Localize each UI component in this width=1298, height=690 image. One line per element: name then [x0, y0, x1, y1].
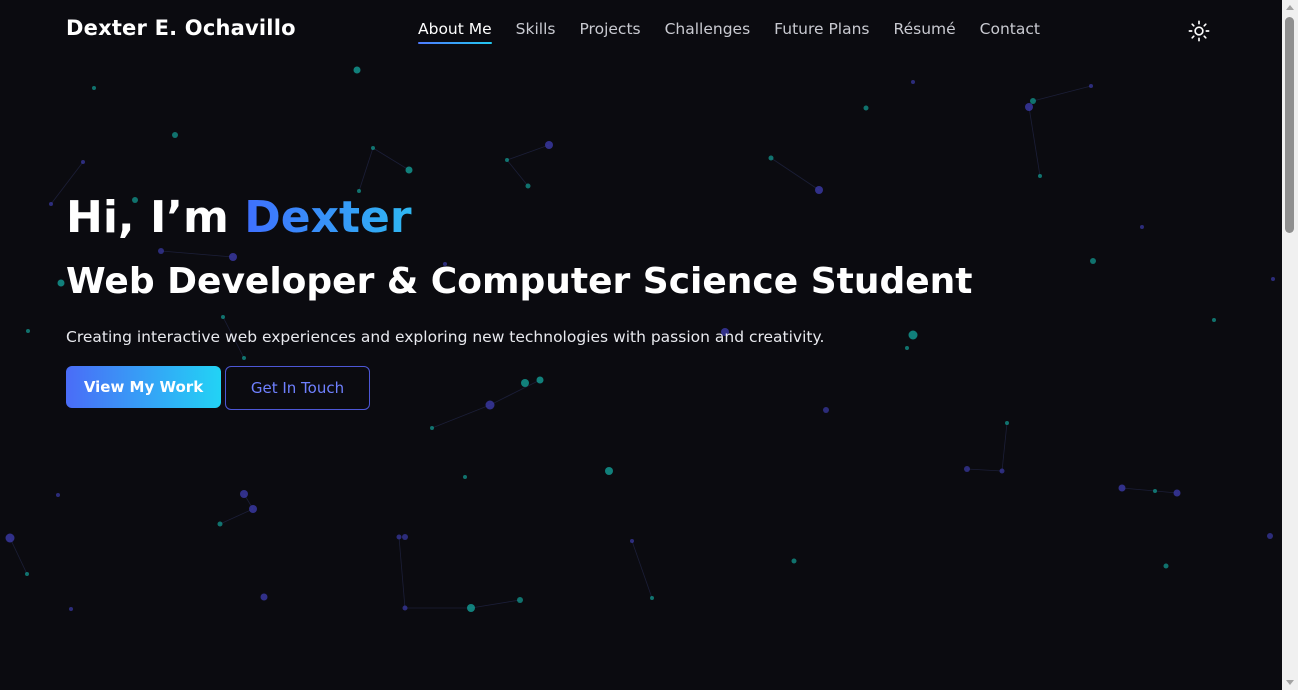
hero-tagline: Creating interactive web experiences and… — [66, 328, 825, 346]
particle-dot — [1030, 98, 1036, 104]
particle-dot — [815, 186, 823, 194]
particle-dot — [964, 466, 970, 472]
particle-dot — [525, 183, 531, 189]
nav-item-resume[interactable]: Résumé — [894, 20, 956, 44]
hero-greeting: Hi, I’m Dexter — [66, 196, 973, 240]
particle-dot — [1038, 174, 1042, 178]
view-my-work-button[interactable]: View My Work — [66, 366, 221, 408]
particle-dot — [25, 572, 29, 576]
scroll-up-arrow-icon[interactable] — [1286, 5, 1294, 10]
particle-dot — [630, 539, 634, 543]
particle-dot — [1153, 489, 1157, 493]
theme-toggle-button[interactable] — [1186, 18, 1212, 44]
hero-section: Hi, I’m Dexter Web Developer & Computer … — [66, 196, 973, 410]
particle-link — [1001, 422, 1008, 472]
particle-link — [372, 147, 410, 171]
particle-dot — [371, 146, 375, 150]
particle-dot — [430, 426, 434, 430]
particle-dot — [249, 505, 257, 513]
site-brand[interactable]: Dexter E. Ochavillo — [66, 16, 296, 40]
page: Dexter E. Ochavillo About Me Skills Proj… — [0, 0, 1298, 690]
particle-link — [506, 159, 529, 187]
nav-item-challenges[interactable]: Challenges — [665, 20, 751, 44]
hero-name: Dexter — [244, 192, 412, 243]
particle-dot — [260, 593, 268, 601]
particle-link — [1121, 487, 1178, 494]
particle-link — [631, 540, 653, 599]
nav-item-projects[interactable]: Projects — [579, 20, 640, 44]
particle-dot — [463, 475, 467, 479]
vertical-scrollbar[interactable] — [1282, 0, 1298, 690]
particle-dot — [911, 80, 915, 84]
particle-dot — [1090, 258, 1096, 264]
particle-dot — [240, 490, 248, 498]
particle-dot — [69, 607, 73, 611]
particle-dot — [505, 158, 509, 162]
hero-greeting-prefix: Hi, I’m — [66, 192, 245, 243]
particle-dot — [26, 329, 30, 333]
sun-icon — [1188, 20, 1210, 42]
particle-dot — [1118, 484, 1126, 492]
particle-dot — [1025, 103, 1033, 111]
particle-dot — [791, 558, 797, 564]
particle-dot — [545, 141, 553, 149]
hero-role: Web Developer & Computer Science Student — [66, 261, 973, 302]
particle-dot — [1089, 84, 1093, 88]
particle-link — [770, 157, 820, 191]
particle-link — [398, 536, 406, 609]
particle-dot — [467, 604, 475, 612]
particle-link — [9, 537, 28, 575]
particle-dot — [1005, 421, 1009, 425]
particle-link — [358, 147, 374, 192]
particle-link — [506, 144, 550, 161]
get-in-touch-button[interactable]: Get In Touch — [225, 366, 370, 410]
particle-dot — [1212, 318, 1216, 322]
particle-dot — [768, 155, 774, 161]
particle-dot — [56, 493, 60, 497]
particle-dot — [1267, 533, 1273, 539]
particle-dot — [517, 597, 523, 603]
nav-item-about-me[interactable]: About Me — [418, 20, 492, 44]
particle-dot — [172, 132, 178, 138]
hero-buttons: View My Work Get In Touch — [66, 366, 973, 410]
particle-link — [966, 468, 1003, 472]
particle-dot — [5, 533, 15, 543]
particle-dot — [49, 202, 53, 206]
scroll-down-arrow-icon[interactable] — [1286, 680, 1294, 685]
particle-dot — [402, 534, 408, 540]
nav-item-skills[interactable]: Skills — [516, 20, 556, 44]
particle-dot — [605, 467, 613, 475]
particle-link — [1032, 85, 1092, 102]
particle-dot — [863, 105, 869, 111]
particle-link — [219, 508, 254, 525]
particle-dot — [1173, 489, 1181, 497]
nav-links: About Me Skills Projects Challenges Futu… — [418, 20, 1040, 44]
particle-dot — [405, 166, 413, 174]
top-nav: Dexter E. Ochavillo About Me Skills Proj… — [0, 0, 1282, 62]
particle-dot — [650, 596, 654, 600]
scrollbar-thumb[interactable] — [1285, 17, 1294, 233]
particle-dot — [1163, 563, 1169, 569]
particle-dot — [396, 534, 402, 540]
particle-link — [470, 599, 521, 609]
particle-dot — [57, 279, 65, 287]
particle-dot — [353, 66, 361, 74]
particle-dot — [217, 521, 223, 527]
particle-dot — [999, 468, 1005, 474]
particle-dot — [92, 86, 96, 90]
particle-dot — [81, 160, 85, 164]
particle-dot — [1271, 277, 1275, 281]
nav-item-future-plans[interactable]: Future Plans — [774, 20, 869, 44]
particle-dot — [402, 605, 408, 611]
particle-link — [1028, 106, 1041, 177]
particle-dot — [1140, 225, 1144, 229]
nav-item-contact[interactable]: Contact — [980, 20, 1040, 44]
